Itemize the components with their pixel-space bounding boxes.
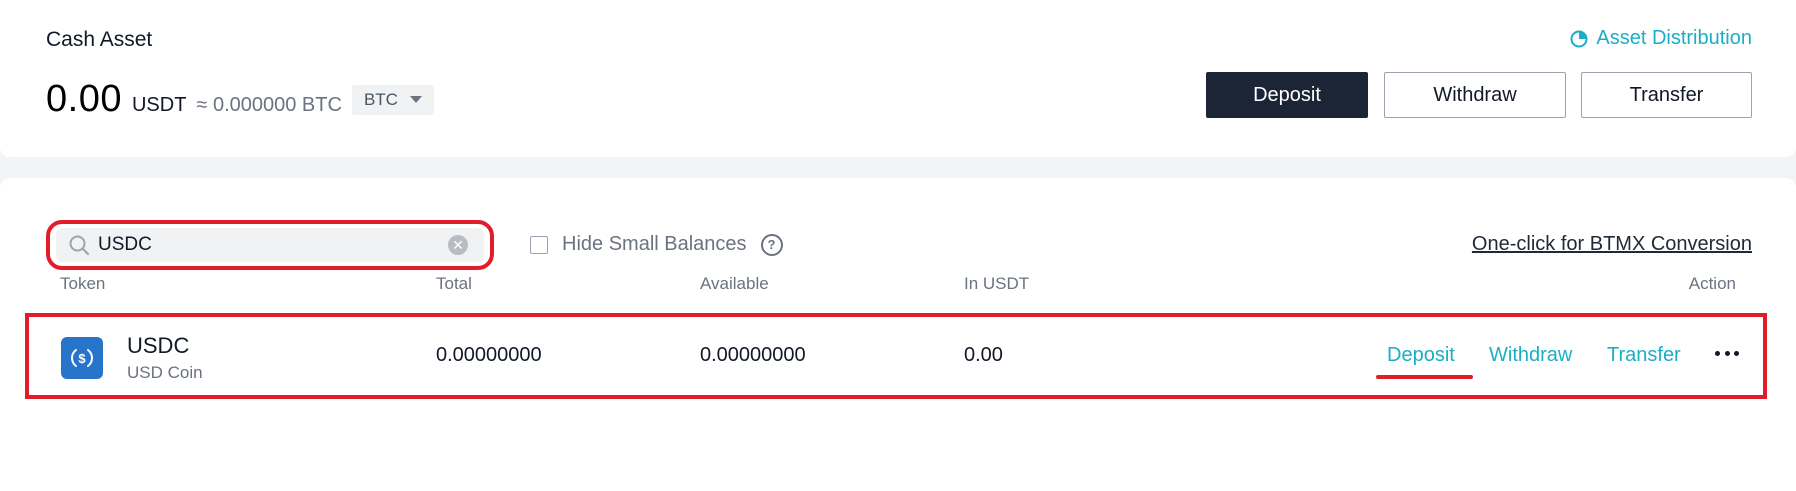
help-icon[interactable]: ? — [760, 233, 783, 256]
pie-chart-icon — [1570, 30, 1588, 47]
asset-distribution-label: Asset Distribution — [1596, 27, 1752, 49]
more-icon[interactable] — [1715, 341, 1739, 365]
token-name: USD Coin — [127, 363, 203, 382]
deposit-underline-annotation — [1376, 375, 1473, 379]
header-in-usdt: In USDT — [964, 274, 1030, 293]
currency-select-value: BTC — [363, 89, 398, 109]
cell-available: 0.00000000 — [700, 344, 806, 366]
search-icon — [68, 234, 90, 256]
search-input[interactable] — [98, 234, 428, 256]
svg-text:$: $ — [78, 351, 86, 366]
cell-total: 0.00000000 — [436, 344, 542, 366]
hide-small-balances-checkbox[interactable] — [530, 235, 548, 254]
table-row: $ USDC USD Coin 0.00000000 0.00000000 0.… — [29, 317, 1763, 395]
header-token: Token — [60, 274, 106, 293]
page-title: Cash Asset — [46, 28, 153, 51]
cell-in-usdt: 0.00 — [964, 344, 1003, 366]
table-header: Token Total Available In USDT Action — [0, 274, 1796, 298]
balance-amount: 0.00 — [46, 78, 122, 120]
hide-small-balances-label[interactable]: Hide Small Balances — [562, 233, 747, 256]
row-deposit-link[interactable]: Deposit — [1387, 344, 1455, 367]
clear-icon[interactable]: ✕ — [448, 235, 468, 255]
row-transfer-link[interactable]: Transfer — [1607, 344, 1681, 367]
header-available: Available — [700, 274, 769, 293]
header-total: Total — [436, 274, 472, 293]
caret-down-icon — [409, 96, 422, 103]
search-box[interactable]: ✕ — [56, 228, 484, 262]
currency-select[interactable]: BTC — [351, 84, 434, 115]
balance-unit: USDT — [131, 94, 187, 116]
token-symbol: USDC — [127, 333, 190, 358]
balance-approx: ≈ 0.000000 BTC — [196, 94, 342, 116]
header-action: Action — [1688, 274, 1736, 293]
assets-list-card: ✕ Hide Small Balances ? One-click for BT… — [0, 178, 1796, 491]
row-withdraw-link[interactable]: Withdraw — [1489, 344, 1572, 367]
btmx-conversion-link[interactable]: One-click for BTMX Conversion — [1472, 233, 1752, 256]
transfer-button[interactable]: Transfer — [1581, 72, 1752, 118]
deposit-button[interactable]: Deposit — [1206, 72, 1368, 118]
balance-row: 0.00 USDT ≈ 0.000000 BTC BTC — [46, 78, 434, 121]
cash-asset-card: Cash Asset 0.00 USDT ≈ 0.000000 BTC BTC … — [0, 0, 1796, 157]
usdc-logo-icon: $ — [61, 337, 103, 379]
hide-small-balances: Hide Small Balances ? — [530, 233, 783, 256]
withdraw-button[interactable]: Withdraw — [1384, 72, 1566, 118]
asset-distribution-link[interactable]: Asset Distribution — [1570, 27, 1752, 50]
